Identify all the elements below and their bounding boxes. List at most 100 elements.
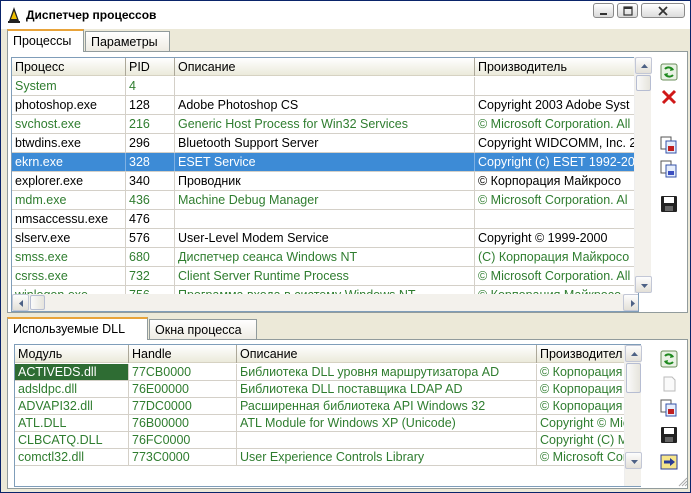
minimize-button[interactable]: [593, 3, 614, 18]
process-description: Client Server Runtime Process: [175, 267, 475, 285]
column-header-dll-description[interactable]: Описание: [237, 345, 537, 363]
column-header-description[interactable]: Описание: [175, 58, 475, 76]
processes-panel: Процесс PID Описание Производитель Syste…: [7, 51, 688, 313]
process-row[interactable]: photoshop.exe 128 Adobe Photoshop CS Copyri…: [12, 96, 638, 115]
save-icon: [661, 427, 677, 443]
hscroll-thumb[interactable]: [30, 295, 45, 310]
process-pid: 296: [126, 134, 175, 152]
process-name: System: [12, 77, 126, 95]
process-vendor: Copyright © 1999-2000: [478, 231, 608, 245]
dll-module-name: ACTIVEDS.dll: [15, 364, 129, 380]
process-row[interactable]: svchost.exe 216 Generic Host Process for W…: [12, 115, 638, 134]
process-vendor: © Корпорация Майкросо: [478, 174, 622, 188]
scroll-right-button[interactable]: [623, 294, 638, 311]
process-row[interactable]: smss.exe 680 Диспетчер сеанса Windows NT (C…: [12, 248, 638, 267]
tab-parameters[interactable]: Параметры: [85, 31, 170, 53]
process-pid: 328: [126, 153, 175, 171]
process-row[interactable]: btwdins.exe 296 Bluetooth Support Server Co…: [12, 134, 638, 153]
column-header-process[interactable]: Процесс: [12, 58, 126, 76]
dll-row[interactable]: ADVAPI32.dll 77DC0000 Расширенная библиоте…: [15, 398, 640, 415]
copy-all-icon: [660, 160, 677, 178]
process-table[interactable]: Процесс PID Описание Производитель Syste…: [11, 57, 639, 312]
maximize-button[interactable]: [617, 3, 638, 18]
process-row[interactable]: nmsaccessu.exe 476: [12, 210, 638, 229]
dll-blank-button[interactable]: [658, 373, 680, 395]
dll-refresh-button[interactable]: [658, 348, 680, 370]
column-header-pid[interactable]: PID: [126, 58, 175, 76]
close-button[interactable]: [641, 3, 685, 18]
column-header-vendor[interactable]: Производитель: [475, 58, 638, 76]
process-description: Generic Host Process for Win32 Services: [175, 115, 475, 133]
process-name: svchost.exe: [12, 115, 126, 133]
dll-row[interactable]: ACTIVEDS.dll 77CB0000 Библиотека DLL уровн…: [15, 364, 640, 381]
dll-module-name: comctl32.dll: [15, 449, 129, 465]
dll-scroll-up-button[interactable]: [625, 345, 642, 362]
kill-process-button[interactable]: [658, 86, 680, 108]
refresh-icon: [660, 63, 678, 81]
dll-handle: 76FC0000: [129, 432, 237, 448]
tab-process-windows[interactable]: Окна процесса: [149, 319, 257, 341]
dll-save-button[interactable]: [658, 424, 680, 446]
process-vendor: Copyright (c) ESET 1992-20: [478, 155, 635, 169]
process-description: Программа входа в систему Windows NT: [175, 286, 475, 294]
process-vscrollbar[interactable]: [634, 57, 652, 293]
dll-description: ATL Module for Windows XP (Unicode): [237, 415, 537, 431]
process-name: smss.exe: [12, 248, 126, 266]
blank-page-icon: [663, 376, 676, 392]
process-hscrollbar[interactable]: [12, 294, 638, 311]
process-description: Диспетчер сеанса Windows NT: [175, 248, 475, 266]
dll-handle: 773C0000: [129, 449, 237, 465]
process-row[interactable]: csrss.exe 732 Client Server Runtime Proces…: [12, 267, 638, 286]
dll-vscrollbar[interactable]: [624, 345, 642, 486]
dll-handle: 77DC0000: [129, 398, 237, 414]
copy-all-button[interactable]: [658, 158, 680, 180]
dll-scroll-down-button[interactable]: [625, 452, 642, 469]
process-name: csrss.exe: [12, 267, 126, 285]
process-name: photoshop.exe: [12, 96, 126, 114]
copy-button[interactable]: [658, 134, 680, 156]
dll-export-button[interactable]: [658, 451, 680, 473]
column-header-handle[interactable]: Handle: [129, 345, 237, 363]
process-row[interactable]: mdm.exe 436 Machine Debug Manager © Microso…: [12, 191, 638, 210]
process-vendor: © Microsoft Corporation. Al: [478, 193, 628, 207]
process-row[interactable]: explorer.exe 340 Проводник © Корпорация Май…: [12, 172, 638, 191]
dll-row[interactable]: comctl32.dll 773C0000 User Experience Cont…: [15, 449, 640, 466]
refresh-icon: [660, 350, 678, 368]
process-row[interactable]: System 4: [12, 77, 638, 96]
copy-icon: [660, 136, 677, 154]
dll-description: Библиотека DLL уровня маршрутизатора AD: [237, 364, 537, 380]
dll-table[interactable]: Модуль Handle Описание Производител ACTI…: [14, 344, 641, 487]
dll-row[interactable]: adsldpc.dll 76E00000 Библиотека DLL постав…: [15, 381, 640, 398]
tab-processes[interactable]: Процессы: [7, 29, 84, 52]
process-row[interactable]: ekrn.exe 328 ESET Service Copyright (c) ESE…: [12, 153, 638, 172]
dll-handle: 76E00000: [129, 381, 237, 397]
process-description: Adobe Photoshop CS: [175, 96, 475, 114]
resize-grip-icon[interactable]: [678, 476, 688, 490]
save-button[interactable]: [658, 193, 680, 215]
process-row[interactable]: winlogon.exe756Программа входа в систему…: [12, 286, 638, 294]
process-pid: 476: [126, 210, 175, 228]
vscroll-thumb[interactable]: [636, 75, 651, 91]
tab-used-dll[interactable]: Используемые DLL: [7, 317, 148, 340]
process-name: slserv.exe: [12, 229, 126, 247]
dll-vscroll-thumb[interactable]: [626, 363, 641, 393]
dll-row[interactable]: CLBCATQ.DLL 76FC0000 Copyright (C) Mi: [15, 432, 640, 449]
title-bar[interactable]: Диспетчер процессов: [1, 1, 690, 29]
process-manager-window: Диспетчер процессов Процессы Параметры П…: [0, 0, 691, 493]
process-description: User-Level Modem Service: [175, 229, 475, 247]
dll-module-name: ADVAPI32.dll: [15, 398, 129, 414]
column-header-module[interactable]: Модуль: [15, 345, 129, 363]
app-icon: [7, 6, 21, 23]
export-icon: [660, 454, 678, 470]
process-name: ekrn.exe: [12, 153, 126, 171]
refresh-button[interactable]: [658, 61, 680, 83]
dll-copy-button[interactable]: [658, 397, 680, 419]
dll-module-name: CLBCATQ.DLL: [15, 432, 129, 448]
dll-row[interactable]: ATL.DLL 76B00000 ATL Module for Windows XP…: [15, 415, 640, 432]
process-vendor: [475, 210, 638, 228]
scroll-left-button[interactable]: [12, 294, 29, 311]
scroll-up-button[interactable]: [635, 57, 652, 74]
process-description: [175, 210, 475, 228]
scroll-down-button[interactable]: [635, 276, 652, 293]
process-row[interactable]: slserv.exe 576 User-Level Modem Service Cop…: [12, 229, 638, 248]
